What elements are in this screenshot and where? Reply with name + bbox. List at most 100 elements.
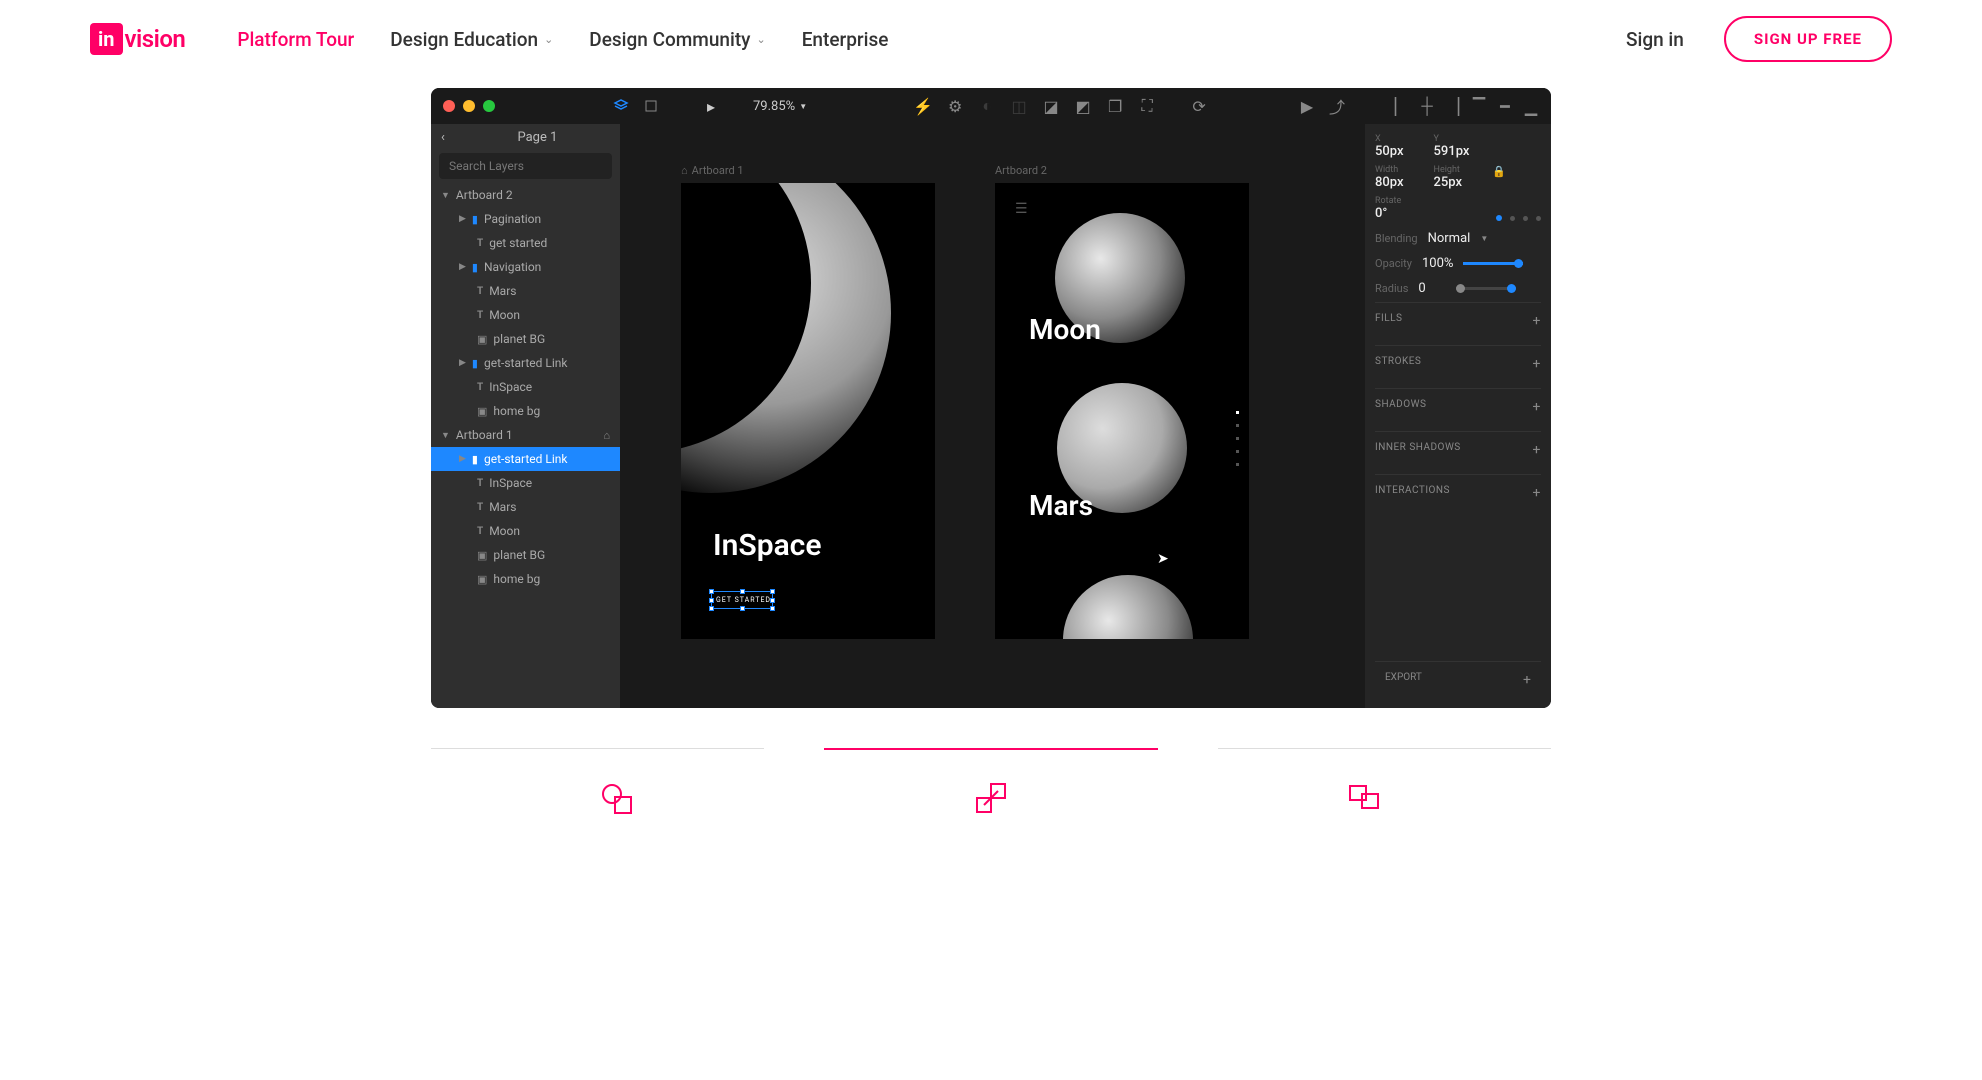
- nav-platform-tour[interactable]: Platform Tour: [237, 28, 354, 51]
- home-icon: ⌂: [681, 164, 688, 177]
- shapes-icon: [600, 780, 636, 816]
- layers-icon[interactable]: [613, 98, 629, 114]
- logo-vision: vision: [125, 25, 186, 53]
- align-center-icon[interactable]: ┼: [1419, 98, 1435, 114]
- image-icon: ▣: [477, 333, 487, 346]
- opacity-slider[interactable]: [1463, 262, 1523, 265]
- canvas[interactable]: ⌂Artboard 1 InSpace GET STARTED Artboard…: [621, 124, 1365, 708]
- maximize-window-icon[interactable]: [483, 100, 495, 112]
- layer-inspace-1[interactable]: TInSpace: [431, 471, 620, 495]
- rotate-icon[interactable]: ⟳: [1191, 98, 1207, 114]
- height-field[interactable]: Height25px: [1434, 165, 1463, 190]
- layer-inspace[interactable]: TInSpace: [431, 375, 620, 399]
- feature-tab-2[interactable]: [824, 748, 1157, 750]
- back-icon[interactable]: ‹: [441, 130, 445, 145]
- pagination-dots[interactable]: [1236, 411, 1239, 466]
- sign-in-link[interactable]: Sign in: [1626, 28, 1684, 51]
- y-field[interactable]: Y591px: [1434, 134, 1470, 159]
- rotate-field[interactable]: Rotate0°: [1375, 196, 1401, 221]
- align-left-icon[interactable]: ▏: [1393, 98, 1409, 114]
- artboard-2-label[interactable]: Artboard 2: [995, 164, 1249, 177]
- inspace-text: InSpace: [713, 528, 821, 563]
- radius-field[interactable]: Radius0: [1375, 281, 1541, 296]
- plus-icon[interactable]: +: [1533, 442, 1541, 458]
- corner-dot-icon[interactable]: [1523, 216, 1528, 221]
- intersect-icon[interactable]: ❐: [1107, 98, 1123, 114]
- feature-tab-3[interactable]: [1218, 748, 1551, 750]
- layer-home-bg-1[interactable]: ▣home bg: [431, 567, 620, 591]
- nav-enterprise[interactable]: Enterprise: [802, 28, 889, 51]
- corner-dot-icon[interactable]: [1536, 216, 1541, 221]
- zoom-control[interactable]: 79.85% ▼: [753, 99, 807, 114]
- union-icon[interactable]: ◪: [1043, 98, 1059, 114]
- layer-artboard-2[interactable]: ▼Artboard 2: [431, 183, 620, 207]
- blending-field[interactable]: BlendingNormal▼: [1375, 231, 1541, 246]
- minimize-window-icon[interactable]: [463, 100, 475, 112]
- align-bottom-icon[interactable]: ▁: [1523, 98, 1539, 114]
- layer-navigation[interactable]: ▶▮Navigation: [431, 255, 620, 279]
- inner-shadows-section[interactable]: INNER SHADOWS+: [1375, 431, 1541, 468]
- layer-planet-bg[interactable]: ▣planet BG: [431, 327, 620, 351]
- artboard-1[interactable]: InSpace GET STARTED: [681, 183, 935, 639]
- play-icon[interactable]: ▶: [1299, 98, 1315, 114]
- layer-planet-bg-1[interactable]: ▣planet BG: [431, 543, 620, 567]
- plus-icon[interactable]: +: [1533, 356, 1541, 372]
- feature-tab-1[interactable]: [431, 748, 764, 750]
- text-icon: T: [477, 478, 483, 489]
- gear-icon[interactable]: ⚙: [947, 98, 963, 114]
- sign-up-button[interactable]: SIGN UP FREE: [1724, 16, 1892, 62]
- text-icon: T: [477, 526, 483, 537]
- layer-get-started-link-selected[interactable]: ▶▮get-started Link: [431, 447, 620, 471]
- layer-moon[interactable]: TMoon: [431, 303, 620, 327]
- search-layers-input[interactable]: Search Layers: [439, 153, 612, 179]
- layer-get-started-link[interactable]: ▶▮get-started Link: [431, 351, 620, 375]
- layer-mars[interactable]: TMars: [431, 279, 620, 303]
- nav-design-community[interactable]: Design Community⌄: [589, 28, 765, 51]
- logo[interactable]: in vision: [90, 23, 185, 55]
- library-icon[interactable]: [643, 98, 659, 114]
- plus-icon[interactable]: +: [1533, 399, 1541, 415]
- layer-mars-1[interactable]: TMars: [431, 495, 620, 519]
- close-window-icon[interactable]: [443, 100, 455, 112]
- page-label: Page 1: [517, 130, 557, 145]
- layers-header[interactable]: ‹ Page 1: [431, 124, 620, 151]
- mask-icon[interactable]: ◐: [979, 98, 995, 114]
- width-field[interactable]: Width80px: [1375, 165, 1404, 190]
- align-right-icon[interactable]: ▕: [1445, 98, 1461, 114]
- plus-icon[interactable]: +: [1533, 313, 1541, 329]
- align-top-icon[interactable]: ▔: [1471, 98, 1487, 114]
- plus-icon[interactable]: +: [1533, 485, 1541, 501]
- layer-artboard-1[interactable]: ▼Artboard 1⌂: [431, 423, 620, 447]
- nav-design-education[interactable]: Design Education⌄: [390, 28, 553, 51]
- artboard-1-label[interactable]: ⌂Artboard 1: [681, 164, 935, 177]
- layer-get-started[interactable]: Tget started: [431, 231, 620, 255]
- text-icon: T: [477, 502, 483, 513]
- pointer-icon[interactable]: ▸: [703, 98, 719, 114]
- fills-section[interactable]: FILLS+: [1375, 302, 1541, 339]
- subtract-icon[interactable]: ◩: [1075, 98, 1091, 114]
- layer-moon-1[interactable]: TMoon: [431, 519, 620, 543]
- lock-icon[interactable]: 🔒: [1492, 165, 1506, 190]
- interactions-section[interactable]: INTERACTIONS+: [1375, 474, 1541, 511]
- strokes-section[interactable]: STROKES+: [1375, 345, 1541, 382]
- layer-pagination[interactable]: ▶▮Pagination: [431, 207, 620, 231]
- corner-dot-icon[interactable]: [1510, 216, 1515, 221]
- x-field[interactable]: X50px: [1375, 134, 1404, 159]
- layer-home-bg[interactable]: ▣home bg: [431, 399, 620, 423]
- collaborate-icon: [1346, 780, 1382, 816]
- difference-icon[interactable]: ⛶: [1139, 98, 1155, 114]
- selection-box[interactable]: GET STARTED: [711, 591, 773, 609]
- opacity-field[interactable]: Opacity100%: [1375, 256, 1541, 271]
- artboard-2[interactable]: ☰ Moon Mars ➤: [995, 183, 1249, 639]
- prototype-icon: [973, 780, 1009, 816]
- shadows-section[interactable]: SHADOWS+: [1375, 388, 1541, 425]
- corner-dot-icon[interactable]: [1496, 215, 1502, 221]
- crop-icon[interactable]: ◫: [1011, 98, 1027, 114]
- bolt-icon[interactable]: ⚡: [915, 98, 931, 114]
- menu-icon: ☰: [1015, 201, 1028, 217]
- radius-slider[interactable]: [1456, 287, 1516, 290]
- export-section[interactable]: EXPORT+: [1375, 661, 1541, 698]
- align-middle-icon[interactable]: ━: [1497, 98, 1513, 114]
- plus-icon[interactable]: +: [1523, 672, 1531, 688]
- share-icon[interactable]: ⤴: [1329, 98, 1345, 114]
